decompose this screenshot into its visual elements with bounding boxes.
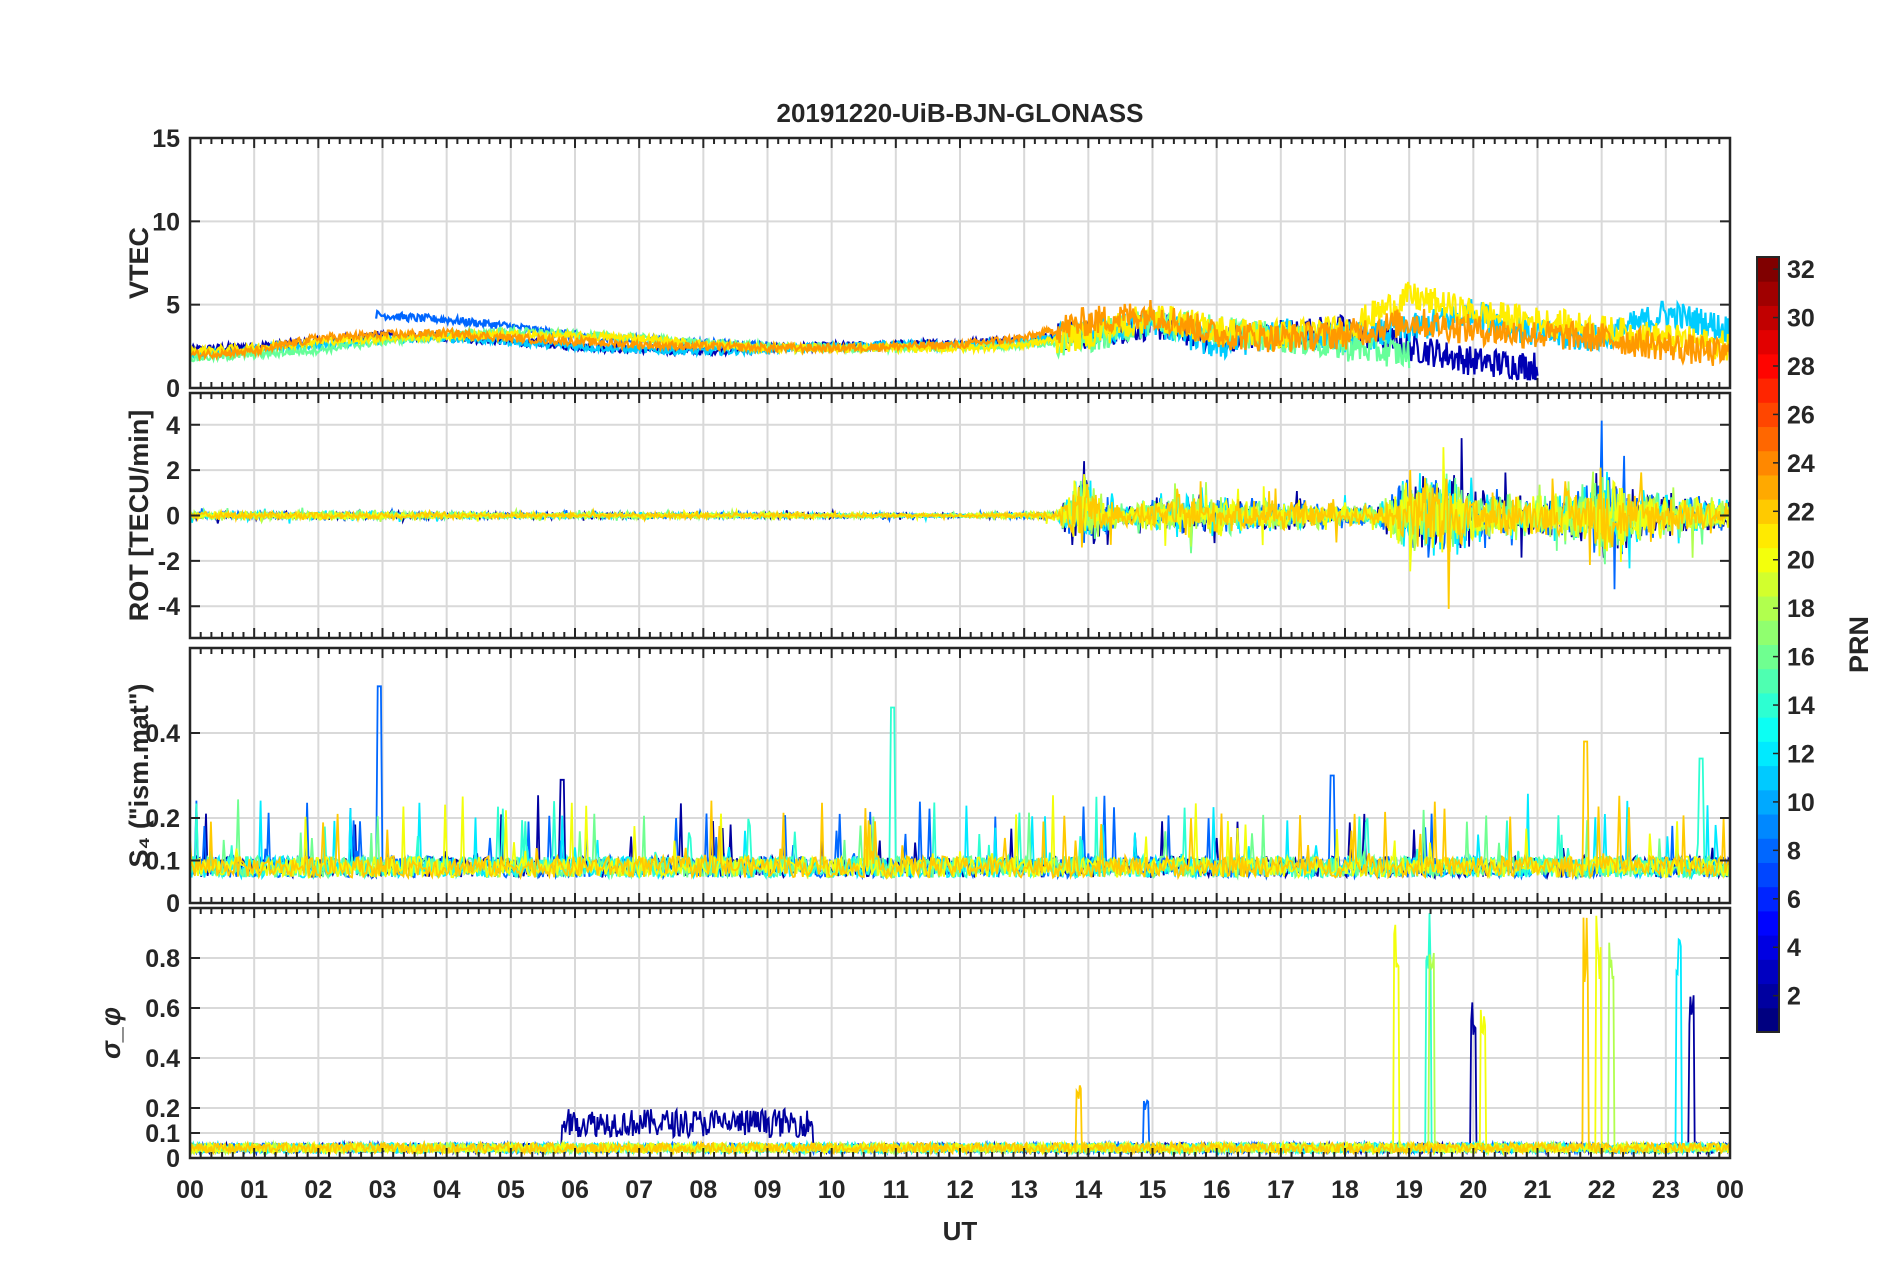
colorbar-tick-label: 2 [1787,983,1801,1011]
chart-title: 20191220-UiB-BJN-GLONASS [776,98,1143,128]
colorbar-swatch [1757,620,1779,645]
colorbar-swatch [1757,959,1779,985]
colorbar-swatch [1757,523,1779,549]
y-tick-label: 0.1 [145,1120,180,1148]
y-tick-label: 0 [166,375,180,403]
y-tick-label: 0.6 [145,995,180,1023]
colorbar-swatch [1757,281,1779,306]
x-tick-label: 14 [1074,1176,1102,1204]
y-tick-label: 4 [166,412,180,440]
x-tick-label: 18 [1331,1176,1359,1204]
colorbar-tick-label: 22 [1787,498,1815,526]
y-tick-label: 0.4 [145,1045,180,1073]
colorbar-swatch [1757,910,1779,936]
y-tick-label: 2 [166,457,180,485]
colorbar-swatch [1757,765,1779,791]
x-axis-label: UT [943,1216,978,1246]
y-tick-label: 0 [166,503,180,531]
colorbar-tick-label: 4 [1787,934,1801,962]
figure: 20191220-UiB-BJN-GLONASS 051015VTEC-4-20… [0,0,1902,1272]
y-tick-label: 0 [166,890,180,918]
colorbar-swatch [1757,814,1779,839]
x-tick-label: 01 [240,1176,268,1204]
y-axis-label: S₄ ("ism.mat") [124,683,154,867]
colorbar-swatch [1757,474,1779,500]
x-tick-label: 22 [1588,1176,1616,1204]
x-tick-label: 23 [1652,1176,1680,1204]
colorbar-tick-label: 32 [1787,256,1815,284]
x-tick-label: 12 [946,1176,974,1204]
colorbar-tick-label: 18 [1787,595,1815,623]
colorbar-tick-label: 10 [1787,789,1815,817]
y-tick-label: 0.2 [145,1095,180,1123]
x-tick-label: 05 [497,1176,525,1204]
x-tick-label: 06 [561,1176,589,1204]
colorbar-tick-label: 20 [1787,547,1815,575]
y-tick-label: 15 [152,125,180,153]
colorbar-tick-label: 30 [1787,305,1815,333]
x-tick-label: 02 [304,1176,332,1204]
x-tick-label: 03 [369,1176,397,1204]
y-axis-label: VTEC [124,227,154,299]
y-axis-label: ROT [TECU/min] [124,410,154,621]
y-axis-label: σ_φ [96,1007,126,1059]
x-tick-label: 00 [176,1176,204,1204]
colorbar-tick-label: 12 [1787,740,1815,768]
colorbar-swatch [1757,717,1779,742]
y-tick-label: 5 [166,292,180,320]
y-tick-label: 0.8 [145,945,180,973]
x-tick-label: 00 [1716,1176,1744,1204]
x-tick-label: 20 [1459,1176,1487,1204]
x-tick-label: 10 [818,1176,846,1204]
colorbar-swatch [1757,378,1779,403]
colorbar-swatch [1757,426,1779,452]
y-tick-label: -4 [158,593,180,621]
x-tick-label: 15 [1139,1176,1167,1204]
x-tick-label: 11 [883,1176,910,1204]
colorbar-tick-label: 6 [1787,886,1801,914]
colorbar-swatch [1757,571,1779,597]
colorbar-swatch [1757,1007,1779,1033]
x-tick-label: 19 [1395,1176,1423,1204]
y-tick-label: 0 [166,1145,180,1173]
x-tick-label: 13 [1010,1176,1038,1204]
colorbar-label: PRN [1844,616,1874,673]
colorbar-swatch [1757,862,1779,888]
colorbar-tick-label: 28 [1787,353,1815,381]
x-tick-label: 07 [625,1176,653,1204]
colorbar-tick-label: 8 [1787,837,1801,865]
x-tick-label: 21 [1524,1176,1552,1204]
x-tick-label: 04 [433,1176,461,1204]
colorbar-tick-label: 14 [1787,692,1815,720]
x-tick-label: 17 [1267,1176,1295,1204]
x-tick-label: 16 [1203,1176,1231,1204]
colorbar-tick-label: 24 [1787,450,1815,478]
y-tick-label: 10 [152,208,180,236]
y-tick-label: -2 [158,548,180,576]
colorbar-swatch [1757,668,1779,694]
colorbar-tick-label: 26 [1787,401,1815,429]
colorbar-swatch [1757,329,1779,355]
x-tick-label: 09 [754,1176,782,1204]
x-tick-label: 08 [689,1176,717,1204]
colorbar-tick-label: 16 [1787,644,1815,672]
